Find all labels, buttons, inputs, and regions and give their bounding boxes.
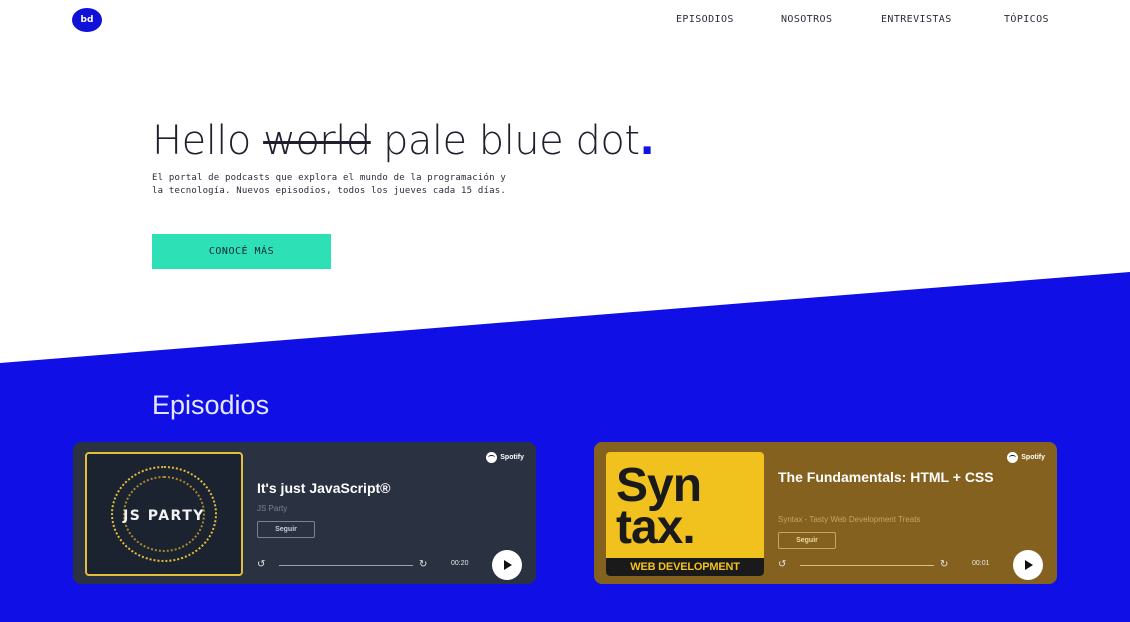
forward-15-icon[interactable]: ↻	[940, 558, 956, 572]
nav-nosotros[interactable]: NOSOTROS	[781, 14, 832, 25]
spotify-label: Spotify	[500, 454, 524, 461]
episode-title[interactable]: The Fundamentals: HTML + CSS	[778, 468, 1038, 487]
spotify-icon	[1007, 452, 1019, 463]
episode-show-name[interactable]: Syntax - Tasty Web Development Treats	[778, 515, 920, 524]
progress-bar[interactable]	[800, 565, 934, 566]
spotify-badge[interactable]: Spotify	[486, 452, 524, 463]
playback-time: 00:01	[972, 560, 990, 567]
play-button[interactable]	[1013, 550, 1043, 580]
hero-title-start: Hello	[152, 118, 264, 164]
player-controls: ↺ ↻ 00:01	[778, 558, 1008, 572]
playback-time: 00:20	[451, 560, 469, 567]
cover-banner: WEB DEVELOPMENT	[606, 558, 764, 576]
episode-card-syntax: Syn tax. WEB DEVELOPMENT Spotify The Fun…	[594, 442, 1057, 584]
hero-title-end: pale blue dot	[370, 118, 640, 164]
hero-title-dot: .	[639, 118, 655, 164]
episodes-section-title: Episodios	[152, 390, 270, 420]
follow-button[interactable]: Seguir	[257, 521, 315, 538]
follow-button[interactable]: Seguir	[778, 532, 836, 549]
player-controls: ↺ ↻ 00:20	[257, 558, 487, 572]
hero-title: Hello world pale blue dot.	[152, 118, 655, 164]
spotify-label: Spotify	[1021, 454, 1045, 461]
main-nav: EPISODIOS NOSOTROS ENTREVISTAS TÓPICOS	[0, 14, 1130, 28]
nav-episodios[interactable]: EPISODIOS	[676, 14, 734, 25]
episode-show-name[interactable]: JS Party	[257, 504, 287, 513]
play-icon	[504, 560, 512, 570]
conoce-mas-button[interactable]: CONOCÉ MÁS	[152, 234, 331, 269]
rewind-15-icon[interactable]: ↺	[257, 558, 273, 572]
progress-bar[interactable]	[279, 565, 413, 566]
hero-subtitle: El portal de podcasts que explora el mun…	[152, 172, 652, 198]
hero-subtitle-line1: El portal de podcasts que explora el mun…	[152, 173, 506, 183]
spotify-icon	[486, 452, 498, 463]
nav-topicos[interactable]: TÓPICOS	[1004, 14, 1049, 25]
nav-entrevistas[interactable]: ENTREVISTAS	[881, 14, 952, 25]
episode-card-js-party: JS PARTY Spotify It's just JavaScript® J…	[73, 442, 536, 584]
cover-word-tax: tax.	[616, 501, 696, 554]
episode-cover-js-party: JS PARTY	[85, 452, 243, 576]
play-icon	[1025, 560, 1033, 570]
forward-15-icon[interactable]: ↻	[419, 558, 435, 572]
episode-title[interactable]: It's just JavaScript®	[257, 479, 517, 498]
rewind-15-icon[interactable]: ↺	[778, 558, 794, 572]
hero-title-strike: world	[263, 118, 371, 164]
play-button[interactable]	[492, 550, 522, 580]
cover-title: JS PARTY	[123, 508, 205, 524]
episode-cover-syntax: Syn tax. WEB DEVELOPMENT	[606, 452, 764, 576]
spotify-badge[interactable]: Spotify	[1007, 452, 1045, 463]
hero-subtitle-line2: la tecnología. Nuevos episodios, todos l…	[152, 186, 506, 196]
